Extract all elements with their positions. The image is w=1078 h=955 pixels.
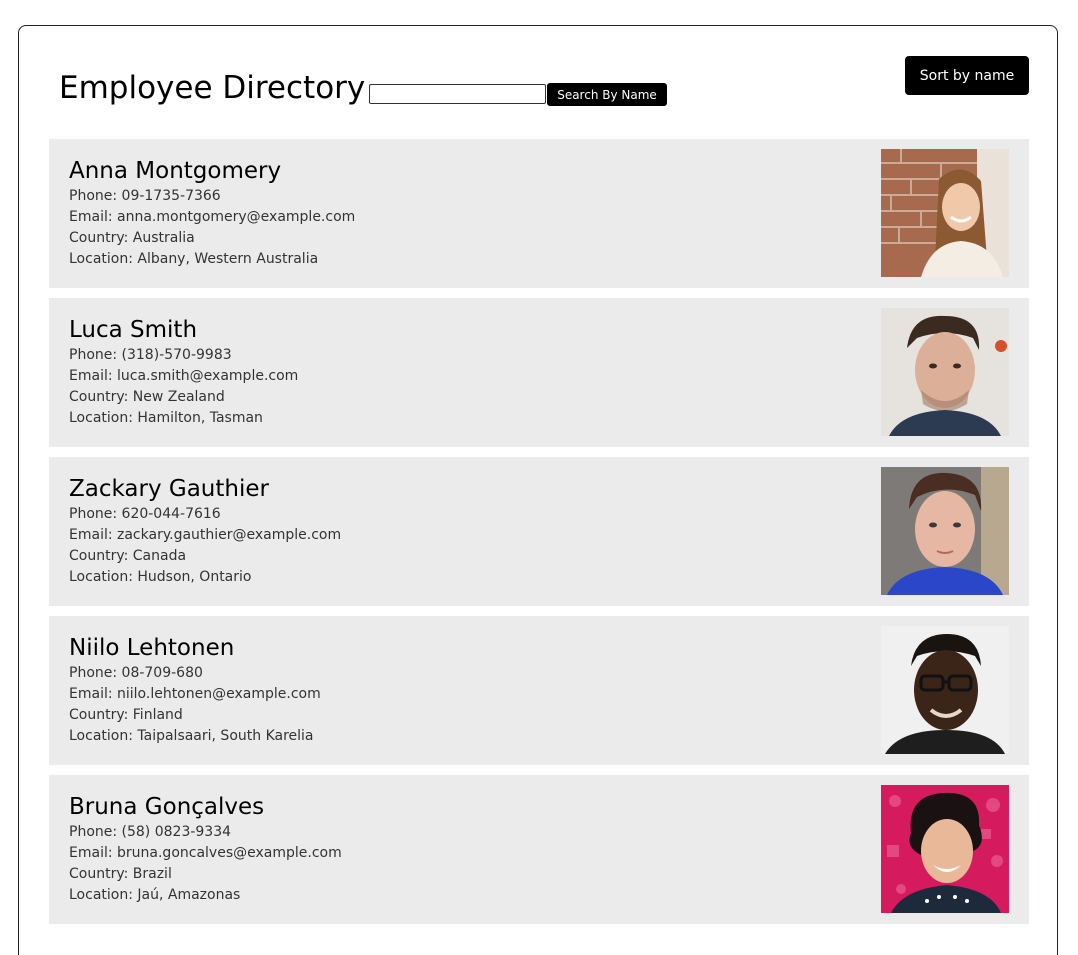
employee-name: Niilo Lehtonen (69, 635, 235, 661)
employee-photo (881, 626, 1009, 754)
employee-phone: Phone: (58) 0823-9334 (69, 824, 232, 840)
employee-location: Location: Albany, Western Australia (69, 251, 319, 267)
employee-info: Niilo Lehtonen Phone: 08-709-680 Email: … (69, 633, 321, 747)
employee-card: Niilo Lehtonen Phone: 08-709-680 Email: … (49, 616, 1029, 765)
employee-email: Email: bruna.goncalves@example.com (69, 845, 342, 861)
employee-country: Country: Brazil (69, 866, 172, 882)
search-input[interactable] (369, 84, 546, 104)
employee-info: Luca Smith Phone: (318)-570-9983 Email: … (69, 315, 298, 429)
employee-email: Email: luca.smith@example.com (69, 368, 299, 384)
employee-email: Email: anna.montgomery@example.com (69, 209, 356, 225)
employee-photo (881, 785, 1009, 913)
employee-info: Anna Montgomery Phone: 09-1735-7366 Emai… (69, 156, 355, 270)
employee-photo (881, 467, 1009, 595)
employee-location: Location: Jaú, Amazonas (69, 887, 241, 903)
employee-photo (881, 149, 1009, 277)
employee-card: Luca Smith Phone: (318)-570-9983 Email: … (49, 298, 1029, 447)
employee-email: Email: zackary.gauthier@example.com (69, 527, 342, 543)
employee-phone: Phone: 08-709-680 (69, 665, 203, 681)
employee-location: Location: Hamilton, Tasman (69, 410, 263, 426)
employee-country: Country: New Zealand (69, 389, 225, 405)
employee-name: Zackary Gauthier (69, 476, 269, 502)
employee-phone: Phone: 620-044-7616 (69, 506, 221, 522)
employee-location: Location: Taipalsaari, South Karelia (69, 728, 314, 744)
employee-phone: Phone: 09-1735-7366 (69, 188, 221, 204)
employee-email: Email: niilo.lehtonen@example.com (69, 686, 321, 702)
employee-country: Country: Australia (69, 230, 195, 246)
employee-name: Luca Smith (69, 317, 198, 343)
employee-info: Bruna Gonçalves Phone: (58) 0823-9334 Em… (69, 792, 342, 906)
employee-name: Bruna Gonçalves (69, 794, 265, 820)
employee-phone: Phone: (318)-570-9983 (69, 347, 232, 363)
employee-card: Bruna Gonçalves Phone: (58) 0823-9334 Em… (49, 775, 1029, 924)
employee-list: Anna Montgomery Phone: 09-1735-7366 Emai… (49, 139, 1029, 934)
employee-location: Location: Hudson, Ontario (69, 569, 252, 585)
directory-container: Employee Directory Search By Name Sort b… (18, 25, 1058, 955)
employee-info: Zackary Gauthier Phone: 620-044-7616 Ema… (69, 474, 341, 588)
employee-country: Country: Finland (69, 707, 183, 723)
employee-photo (881, 308, 1009, 436)
page-title: Employee Directory (59, 70, 366, 106)
search-by-name-button[interactable]: Search By Name (547, 83, 667, 106)
employee-card: Zackary Gauthier Phone: 620-044-7616 Ema… (49, 457, 1029, 606)
sort-by-name-button[interactable]: Sort by name (905, 56, 1029, 95)
employee-card: Anna Montgomery Phone: 09-1735-7366 Emai… (49, 139, 1029, 288)
employee-country: Country: Canada (69, 548, 187, 564)
employee-name: Anna Montgomery (69, 158, 282, 184)
